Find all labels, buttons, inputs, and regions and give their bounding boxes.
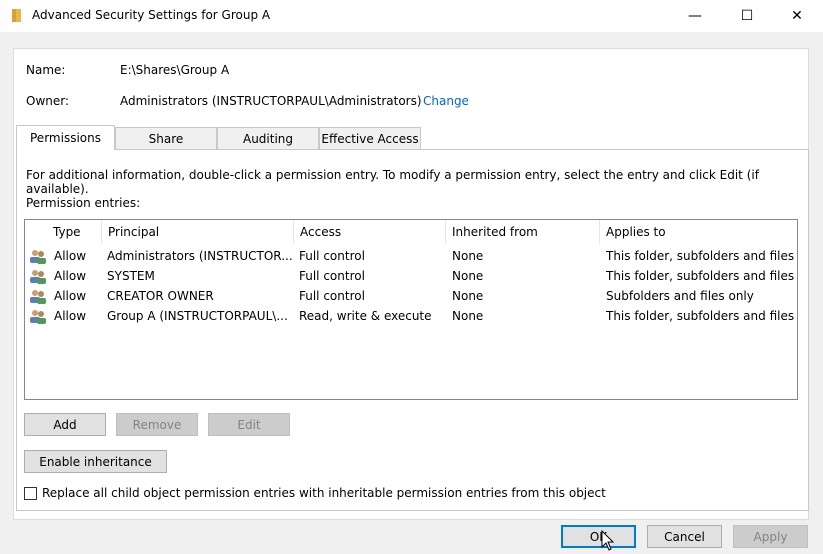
- replace-child-permissions-label: Replace all child object permission entr…: [42, 486, 606, 500]
- minimize-button[interactable]: —: [672, 0, 718, 32]
- users-icon: [30, 310, 46, 324]
- list-header: Type Principal Access Inherited from App…: [25, 220, 797, 244]
- row-applies: Subfolders and files only: [606, 289, 754, 303]
- folder-icon: [12, 9, 21, 22]
- ok-button[interactable]: OK: [561, 525, 636, 548]
- row-principal: SYSTEM: [107, 269, 155, 283]
- add-button[interactable]: Add: [24, 413, 106, 436]
- close-icon: ✕: [791, 8, 803, 24]
- column-header-principal[interactable]: Principal: [102, 220, 294, 244]
- table-row[interactable]: Allow SYSTEM Full control None This fold…: [25, 266, 797, 286]
- owner-label: Owner:: [26, 94, 70, 108]
- row-inherited: None: [452, 249, 484, 263]
- cancel-button[interactable]: Cancel: [647, 525, 722, 548]
- change-owner-link[interactable]: Change: [423, 94, 469, 108]
- row-applies: This folder, subfolders and files: [606, 269, 795, 283]
- table-row[interactable]: Allow Group A (INSTRUCTORPAUL\... Read, …: [25, 306, 797, 326]
- row-applies: This folder, subfolders and files: [606, 249, 795, 263]
- owner-value: Administrators (INSTRUCTORPAUL\Administr…: [120, 94, 422, 108]
- users-icon: [30, 290, 46, 304]
- name-label: Name:: [26, 63, 66, 77]
- row-type: Allow: [54, 309, 87, 323]
- row-principal: CREATOR OWNER: [107, 289, 214, 303]
- column-header-type[interactable]: Type: [47, 220, 102, 244]
- info-text: For additional information, double-click…: [26, 168, 759, 196]
- row-access: Full control: [299, 269, 365, 283]
- row-applies: This folder, subfolders and files: [606, 309, 795, 323]
- edit-button[interactable]: Edit: [208, 413, 290, 436]
- table-row[interactable]: Allow Administrators (INSTRUCTOR... Full…: [25, 246, 797, 266]
- replace-child-permissions-checkbox[interactable]: [24, 487, 37, 500]
- tab-share[interactable]: Share: [115, 127, 217, 149]
- mouse-cursor-icon: [601, 530, 615, 551]
- minimize-icon: —: [688, 8, 702, 24]
- users-icon: [30, 270, 46, 284]
- permission-entries-list[interactable]: Type Principal Access Inherited from App…: [24, 219, 798, 400]
- row-type: Allow: [54, 289, 87, 303]
- remove-button[interactable]: Remove: [116, 413, 198, 436]
- tab-permissions[interactable]: Permissions: [16, 125, 115, 150]
- column-header-access[interactable]: Access: [294, 220, 446, 244]
- tab-effective-access[interactable]: Effective Access: [319, 127, 421, 149]
- row-type: Allow: [54, 269, 87, 283]
- permission-entries-label: Permission entries:: [26, 196, 141, 210]
- maximize-button[interactable]: ☐: [724, 0, 770, 32]
- users-icon: [30, 250, 46, 264]
- row-access: Read, write & execute: [299, 309, 432, 323]
- row-access: Full control: [299, 249, 365, 263]
- column-header-inherited-from[interactable]: Inherited from: [446, 220, 600, 244]
- row-inherited: None: [452, 289, 484, 303]
- row-principal: Administrators (INSTRUCTOR...: [107, 249, 292, 263]
- enable-inheritance-button[interactable]: Enable inheritance: [24, 450, 167, 473]
- row-access: Full control: [299, 289, 365, 303]
- row-type: Allow: [54, 249, 87, 263]
- row-inherited: None: [452, 309, 484, 323]
- maximize-icon: ☐: [740, 8, 754, 24]
- tab-auditing[interactable]: Auditing: [217, 127, 319, 149]
- table-row[interactable]: Allow CREATOR OWNER Full control None Su…: [25, 286, 797, 306]
- close-button[interactable]: ✕: [774, 0, 820, 32]
- title-bar: Advanced Security Settings for Group A —…: [0, 0, 823, 32]
- name-value: E:\Shares\Group A: [120, 63, 230, 77]
- apply-button[interactable]: Apply: [733, 525, 808, 548]
- row-principal: Group A (INSTRUCTORPAUL\...: [107, 309, 288, 323]
- column-header-applies-to[interactable]: Applies to: [600, 220, 797, 244]
- row-inherited: None: [452, 269, 484, 283]
- window-title: Advanced Security Settings for Group A: [32, 8, 271, 22]
